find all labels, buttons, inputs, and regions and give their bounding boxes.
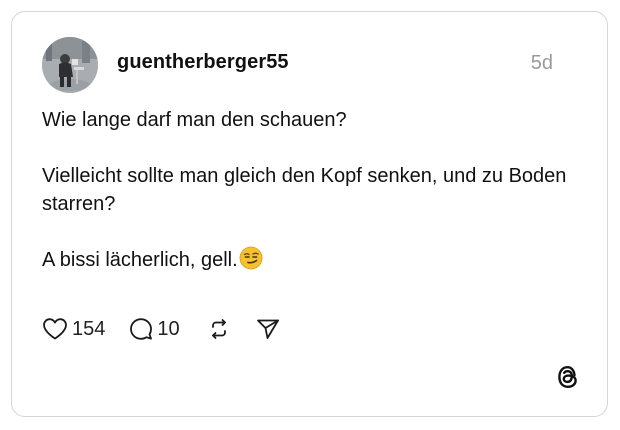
reply-button[interactable]: 10 — [129, 317, 180, 341]
like-button[interactable]: 154 — [42, 317, 105, 341]
repost-icon — [211, 319, 226, 339]
post-timestamp: 5d — [530, 52, 553, 74]
like-count: 154 — [72, 317, 106, 340]
share-button[interactable] — [256, 318, 280, 340]
repost-button[interactable] — [208, 318, 230, 340]
send-icon — [256, 319, 279, 339]
post-paragraph: Vielleicht sollte man gleich den Kopf se… — [42, 165, 567, 215]
post-body: Wie lange darf man den schauen? Vielleic… — [42, 106, 582, 278]
threads-logo-icon[interactable] — [555, 364, 581, 390]
post-paragraph: Wie lange darf man den schauen? — [42, 109, 347, 131]
post-paragraph-last: A bissi lächerlich, gell. — [42, 246, 582, 278]
username[interactable]: guentherberger55 — [117, 51, 289, 74]
reply-count: 10 — [157, 317, 180, 340]
post-card: guentherberger55 5d Wie lange darf man d… — [11, 11, 608, 417]
heart-icon — [43, 318, 67, 340]
avatar-image — [42, 37, 98, 93]
post-actions: 154 10 — [42, 315, 280, 343]
smirk-emoji-icon — [239, 246, 263, 278]
avatar[interactable] — [42, 37, 98, 93]
post-paragraph-text: A bissi lächerlich, gell. — [42, 249, 238, 271]
comment-icon — [130, 318, 153, 340]
